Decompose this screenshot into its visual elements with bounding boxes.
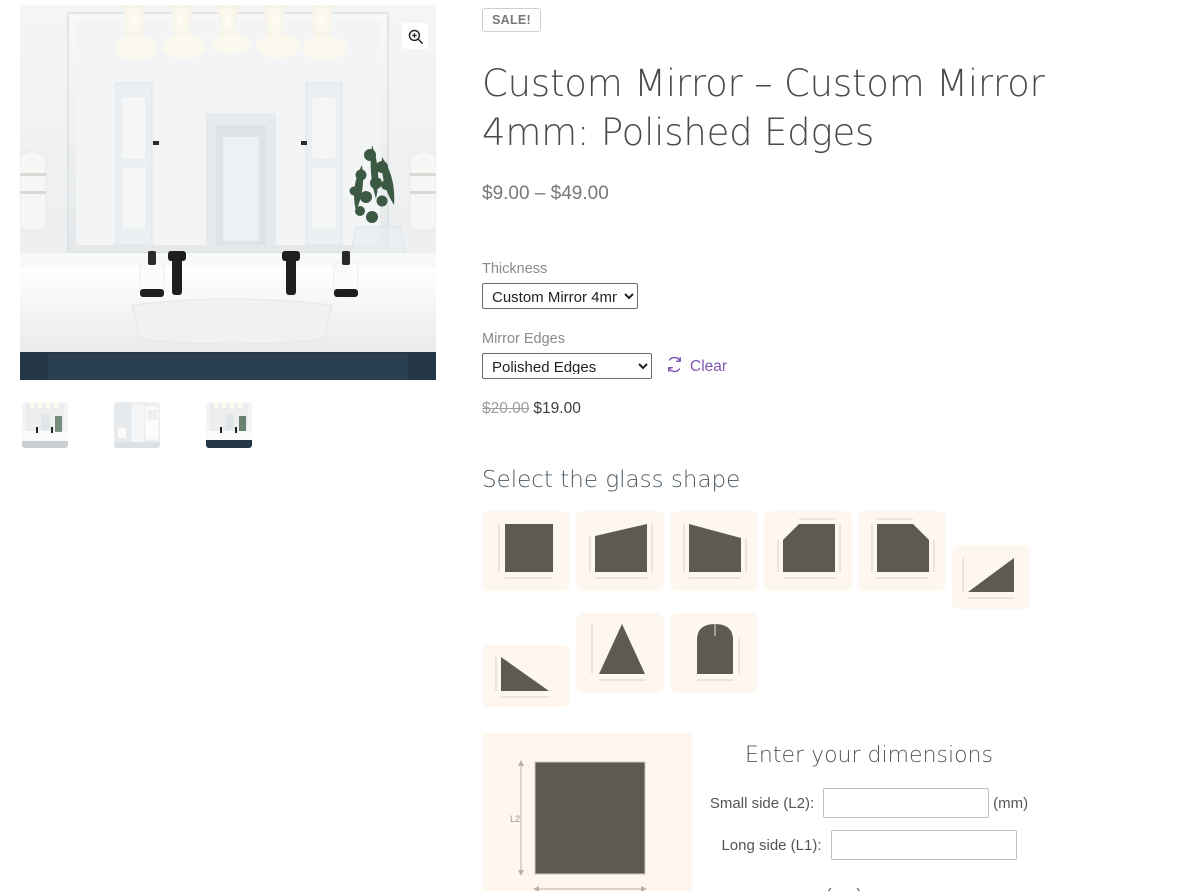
shape-row-2 [482,613,1052,708]
variation-form: Thickness Custom Mirror 4mm Mirror Edges… [482,261,1182,418]
long-side-label: Long side (L1): [721,836,822,854]
edges-select[interactable]: Polished Edges [482,353,652,380]
product-gallery [20,5,436,448]
shape-option-corner-cut-top-left[interactable] [764,511,852,592]
dimension-preview-diagram: L2 L1 [510,759,647,891]
magnifier-plus-icon[interactable] [402,23,428,49]
bathroom-scene-illustration [20,5,436,380]
clear-label: Clear [690,358,728,376]
preview-vertical-label: L2 [510,814,520,824]
small-side-unit: (mm) [993,794,1029,812]
shape-picker-grid [482,511,1052,708]
dimension-form: Enter your dimensions Small side (L2): (… [692,733,1042,891]
shape-option-trapezoid-falling-right[interactable] [670,511,758,592]
thickness-field: Thickness Custom Mirror 4mm [482,261,1182,310]
sale-badge: SALE! [482,8,541,32]
product-page: SALE! Custom Mirror – Custom Mirror 4mm:… [0,0,1196,891]
shape-option-rectangle[interactable] [482,511,570,592]
price-range: $9.00 – $49.00 [482,183,609,205]
shape-option-trapezoid-rising-right[interactable] [576,511,664,592]
thumbnail-1[interactable] [22,402,68,448]
product-summary: SALE! Custom Mirror – Custom Mirror 4mm:… [482,0,1182,891]
clear-variations-link[interactable]: Clear [666,356,727,378]
small-side-input[interactable] [823,788,990,819]
long-side-input[interactable] [830,830,1017,861]
shape-option-isosceles-triangle[interactable] [576,613,664,694]
product-title: Custom Mirror – Custom Mirror 4mm: Polis… [482,62,1045,155]
long-side-row: Long side (L1): [696,830,1042,861]
thumbnail-3[interactable] [206,402,252,448]
refresh-icon [666,356,683,378]
variation-price: $20.00 $19.00 [482,400,1182,418]
thumbnail-strip [20,402,436,448]
small-side-row: Small side (L2): (mm) [696,788,1042,819]
dimension-preview: L2 L1 [482,733,692,891]
shape-row-1 [482,511,1052,610]
dimension-panel: L2 L1 Enter your dimensions Small side (… [482,733,1042,891]
thickness-select[interactable]: Custom Mirror 4mm [482,283,638,310]
thumbnail-2[interactable] [114,402,160,448]
main-product-image[interactable] [20,5,436,380]
shape-option-corner-cut-top-right[interactable] [858,511,946,592]
current-price: $19.00 [533,400,581,418]
shape-option-right-triangle-rising[interactable] [952,545,1030,610]
shape-picker-heading: Select the glass shape [482,467,741,494]
shape-option-right-triangle-falling[interactable] [482,645,570,708]
long-side-unit: (mm) [696,886,1042,891]
old-price: $20.00 [482,400,530,418]
small-side-label: Small side (L2): [709,794,815,812]
shape-option-arched-rectangle[interactable] [670,613,758,694]
edges-label: Mirror Edges [482,331,565,348]
thickness-label: Thickness [482,261,548,278]
dimension-form-title: Enter your dimensions [745,743,993,769]
edges-field: Mirror Edges Polished Edges Clear [482,331,1182,380]
